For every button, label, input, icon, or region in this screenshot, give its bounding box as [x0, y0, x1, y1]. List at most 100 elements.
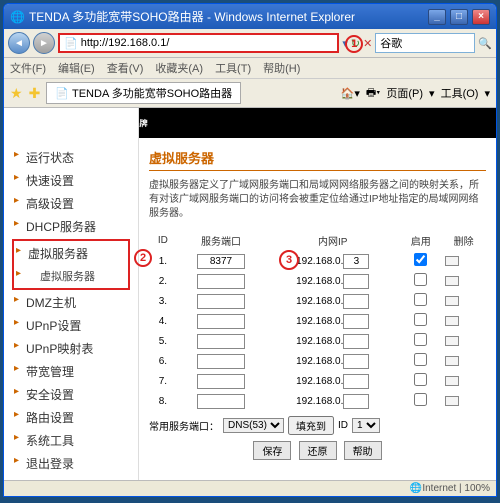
sidebar-item-dmz[interactable]: DMZ主机	[12, 291, 130, 314]
port-input[interactable]	[197, 394, 245, 409]
menu-help[interactable]: 帮助(H)	[263, 60, 300, 76]
page-menu[interactable]: 页面(P)	[386, 85, 423, 101]
zoom-label: 100%	[464, 483, 490, 494]
enable-checkbox[interactable]	[414, 273, 427, 286]
ip-prefix: 192.168.0.	[296, 356, 343, 367]
sidebar-item-upnp-map[interactable]: UPnP映射表	[12, 337, 130, 360]
menu-bar: 文件(F) 编辑(E) 查看(V) 收藏夹(A) 工具(T) 帮助(H)	[4, 58, 496, 79]
ip-input[interactable]	[343, 254, 369, 269]
delete-button[interactable]	[445, 296, 459, 306]
menu-file[interactable]: 文件(F)	[10, 60, 46, 76]
row-id: 1.	[151, 252, 175, 270]
enable-checkbox[interactable]	[414, 393, 427, 406]
virtual-server-table: ID 服务端口 内网IP 启用 删除 1. 192.168.0. 2. 192.…	[149, 229, 486, 412]
row-id: 3.	[151, 292, 175, 310]
fill-button[interactable]: 填充到	[288, 416, 334, 435]
row-id: 8.	[151, 392, 175, 410]
port-input[interactable]	[197, 314, 245, 329]
menu-view[interactable]: 查看(V)	[107, 60, 144, 76]
enable-checkbox[interactable]	[414, 333, 427, 346]
forward-button[interactable]: ►	[33, 32, 55, 54]
id-label: ID	[338, 420, 348, 431]
port-input[interactable]	[197, 294, 245, 309]
ip-input[interactable]	[343, 314, 369, 329]
status-bar: 🌐 Internet | 100%	[4, 480, 496, 496]
table-row: 2. 192.168.0.	[151, 272, 484, 290]
save-button[interactable]: 保存	[253, 441, 291, 460]
sidebar-item-upnp[interactable]: UPnP设置	[12, 314, 130, 337]
sidebar-group-virtual: 虚拟服务器 虚拟服务器 2	[12, 239, 130, 290]
menu-edit[interactable]: 编辑(E)	[58, 60, 95, 76]
row-id: 7.	[151, 372, 175, 390]
add-favorite-icon[interactable]: ✚	[29, 85, 41, 102]
delete-button[interactable]	[445, 396, 459, 406]
ip-input[interactable]	[343, 374, 369, 389]
search-input[interactable]: 谷歌	[375, 33, 475, 53]
sidebar-item-advanced[interactable]: 高级设置	[12, 192, 130, 215]
zone-label: Internet	[422, 483, 456, 494]
toolbar: ★ ✚ 📄 TENDA 多功能宽带SOHO路由器 🏠▾ 🖶▾ 页面(P)▾ 工具…	[4, 79, 496, 108]
page-icon: 📄	[64, 37, 78, 50]
col-enable: 启用	[400, 231, 441, 250]
delete-button[interactable]	[445, 276, 459, 286]
reset-button[interactable]: 还原	[299, 441, 337, 460]
ip-prefix: 192.168.0.	[296, 276, 343, 287]
favorites-icon[interactable]: ★	[10, 85, 23, 102]
tools-menu[interactable]: 工具(O)	[441, 85, 479, 101]
row-id: 5.	[151, 332, 175, 350]
menu-favorites[interactable]: 收藏夹(A)	[155, 60, 203, 76]
ie-icon: 🌐	[10, 10, 25, 24]
sidebar-item-route[interactable]: 路由设置	[12, 406, 130, 429]
ip-input[interactable]	[343, 334, 369, 349]
col-id: ID	[151, 231, 175, 250]
sidebar-item-bandwidth[interactable]: 带宽管理	[12, 360, 130, 383]
sidebar-item-dhcp[interactable]: DHCP服务器	[12, 215, 130, 238]
enable-checkbox[interactable]	[414, 313, 427, 326]
browser-tab[interactable]: 📄 TENDA 多功能宽带SOHO路由器	[46, 82, 241, 104]
port-input[interactable]	[197, 274, 245, 289]
sidebar-item-virtual-server[interactable]: 虚拟服务器	[14, 242, 128, 265]
enable-checkbox[interactable]	[414, 293, 427, 306]
id-select[interactable]: 1	[352, 418, 380, 433]
ip-prefix: 192.168.0.	[296, 316, 343, 327]
minimize-button[interactable]: _	[428, 9, 446, 25]
delete-button[interactable]	[445, 356, 459, 366]
port-input[interactable]	[197, 334, 245, 349]
close-button[interactable]: ×	[472, 9, 490, 25]
ip-input[interactable]	[343, 294, 369, 309]
row-id: 6.	[151, 352, 175, 370]
sidebar-item-system[interactable]: 系统工具	[12, 429, 130, 452]
menu-tools[interactable]: 工具(T)	[215, 60, 251, 76]
print-icon[interactable]: 🖶▾	[366, 84, 380, 103]
back-button[interactable]: ◄	[8, 32, 30, 54]
sidebar-item-security[interactable]: 安全设置	[12, 383, 130, 406]
port-input[interactable]	[197, 374, 245, 389]
search-icon[interactable]: 🔍	[478, 37, 492, 50]
sidebar-item-logout[interactable]: 退出登录	[12, 452, 130, 475]
port-input[interactable]	[197, 254, 245, 269]
url-input[interactable]	[81, 37, 334, 49]
refresh-icon[interactable]: ↻	[351, 37, 360, 50]
sidebar-item-quick[interactable]: 快速设置	[12, 169, 130, 192]
ip-input[interactable]	[343, 274, 369, 289]
enable-checkbox[interactable]	[414, 253, 427, 266]
main-panel: 虚拟服务器 虚拟服务器定义了广域网服务端口和局域网网络服务器之间的映射关系，所有…	[139, 108, 496, 480]
delete-button[interactable]	[445, 256, 459, 266]
home-icon[interactable]: 🏠▾	[341, 87, 360, 100]
dropdown-icon[interactable]: ▾	[342, 37, 348, 50]
help-button[interactable]: 帮助	[344, 441, 382, 460]
sidebar-subitem-virtual-server[interactable]: 虚拟服务器	[14, 265, 128, 287]
ip-input[interactable]	[343, 354, 369, 369]
delete-button[interactable]	[445, 376, 459, 386]
maximize-button[interactable]: □	[450, 9, 468, 25]
enable-checkbox[interactable]	[414, 353, 427, 366]
common-port-select[interactable]: DNS(53)	[223, 418, 284, 433]
sidebar-item-status[interactable]: 运行状态	[12, 146, 130, 169]
delete-button[interactable]	[445, 316, 459, 326]
delete-button[interactable]	[445, 336, 459, 346]
ip-input[interactable]	[343, 394, 369, 409]
tab-icon: 📄	[55, 87, 69, 100]
stop-icon[interactable]: ✕	[363, 37, 372, 50]
port-input[interactable]	[197, 354, 245, 369]
enable-checkbox[interactable]	[414, 373, 427, 386]
